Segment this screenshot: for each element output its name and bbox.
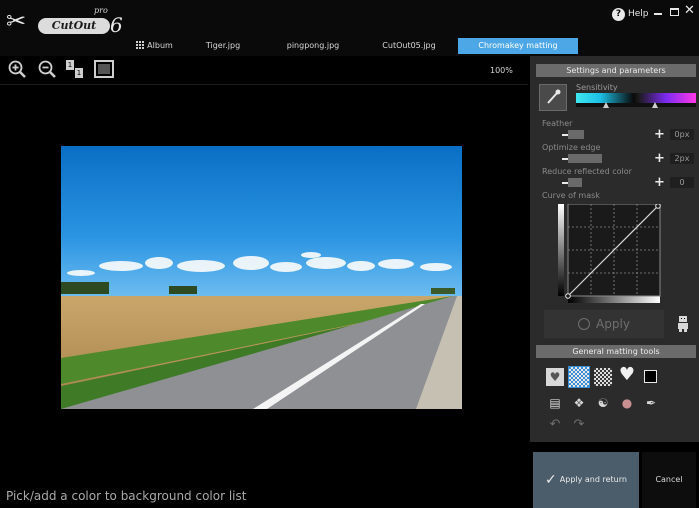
settings-panel: Settings and parameters Sensitivity Feat… — [530, 56, 699, 442]
optimize-edge-plus-button[interactable]: + — [654, 152, 665, 165]
sensitivity-low-handle[interactable] — [603, 102, 609, 108]
apply-button[interactable]: Apply — [544, 310, 664, 338]
status-text: Pick/add a color to background color lis… — [6, 489, 247, 503]
tab-cutout05[interactable]: CutOut05.jpg — [372, 38, 446, 54]
play-icon — [578, 318, 591, 330]
black-square-icon[interactable] — [644, 370, 657, 383]
feather-brush-icon[interactable]: ✒ — [642, 394, 660, 412]
reduce-reflected-color-value: 0 — [670, 177, 694, 188]
color-picker-button[interactable] — [539, 84, 567, 111]
matting-tools-title: General matting tools — [536, 345, 696, 358]
tab-tiger[interactable]: Tiger.jpg — [198, 38, 248, 54]
title-bar: ✂ CutOut pro 6 Album Tiger.jpg pingpong.… — [0, 0, 699, 56]
brush-icon[interactable]: ❖ — [570, 394, 588, 412]
close-button[interactable]: ✕ — [684, 4, 695, 18]
actual-size-b: 1 — [75, 68, 83, 78]
actual-size-a: 1 — [66, 60, 74, 70]
redo-icon[interactable]: ↷ — [570, 416, 588, 434]
sensitivity-high-handle[interactable] — [652, 102, 659, 108]
optimize-edge-label: Optimize edge — [542, 143, 601, 152]
settings-panel-title: Settings and parameters — [536, 64, 696, 77]
feather-plus-button[interactable]: + — [654, 128, 665, 141]
optimize-edge-value: 2px — [670, 153, 694, 164]
sensitivity-label: Sensitivity — [576, 83, 618, 92]
zoom-out-icon[interactable] — [38, 60, 56, 78]
feather-slider[interactable] — [568, 130, 584, 139]
scissors-icon: ✂ — [6, 7, 27, 35]
canvas-image[interactable] — [61, 146, 462, 409]
app-edition: pro — [94, 6, 108, 15]
swirl-icon[interactable]: ☯ — [594, 394, 612, 412]
help-link[interactable]: Help — [628, 9, 649, 19]
zoom-in-icon[interactable] — [8, 60, 26, 78]
fit-to-window-icon[interactable] — [94, 60, 114, 78]
undo-icon[interactable]: ↶ — [546, 416, 564, 434]
keep-heart-icon[interactable]: ♥ — [546, 368, 564, 386]
transparent-checker-icon[interactable] — [594, 368, 612, 386]
cancel-button[interactable]: Cancel — [642, 452, 696, 508]
feather-value: 0px — [670, 129, 694, 140]
lasso-icon[interactable]: ▤ — [546, 394, 564, 412]
toolbar-divider — [0, 84, 528, 85]
actual-size-icon[interactable]: 1 1 — [66, 60, 84, 78]
apply-and-return-label: Apply and return — [559, 475, 627, 484]
eyedropper-icon — [547, 89, 561, 104]
apply-button-label: Apply — [596, 317, 630, 331]
tab-album-label: Album — [147, 41, 173, 50]
album-grid-icon — [135, 40, 145, 49]
reduce-reflected-color-slider[interactable] — [568, 178, 582, 187]
reduce-reflected-color-label: Reduce reflected color — [542, 167, 632, 176]
minimize-button[interactable] — [654, 13, 662, 15]
optimize-edge-slider[interactable] — [568, 154, 602, 163]
sensitivity-gradient — [576, 93, 696, 103]
reduce-reflected-color-plus-button[interactable]: + — [654, 176, 665, 189]
tab-album[interactable]: Album — [128, 38, 180, 54]
help-icon[interactable]: ? — [612, 8, 625, 21]
zoom-level: 100% — [490, 66, 513, 75]
app-brand: CutOut — [38, 18, 110, 34]
tab-bar: Album Tiger.jpg pingpong.jpg CutOut05.jp… — [118, 38, 588, 54]
app-logo: ✂ CutOut pro 6 — [6, 6, 132, 40]
sphere-icon[interactable]: ● — [618, 394, 636, 412]
feather-label: Feather — [542, 119, 573, 128]
maximize-button[interactable] — [670, 8, 679, 16]
sensitivity-slider[interactable] — [576, 103, 696, 107]
apply-and-return-button[interactable]: ✓ Apply and return — [533, 452, 639, 508]
robot-icon[interactable] — [676, 316, 690, 332]
heart-icon[interactable]: ♥ — [618, 366, 636, 384]
curve-of-mask-label: Curve of mask — [542, 191, 600, 200]
tab-chromakey-matting[interactable]: Chromakey matting — [458, 38, 578, 54]
mask-curve-editor[interactable] — [558, 203, 662, 304]
remove-background-icon[interactable] — [568, 366, 590, 388]
tab-pingpong[interactable]: pingpong.jpg — [278, 38, 348, 54]
app-version: 6 — [110, 13, 123, 37]
checkmark-icon: ✓ — [545, 472, 557, 488]
